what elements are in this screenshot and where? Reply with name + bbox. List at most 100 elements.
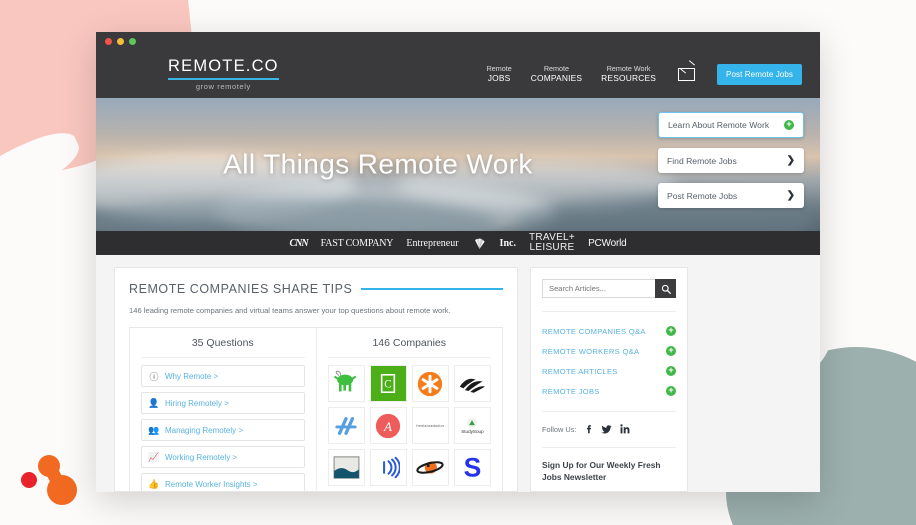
- cta-post-remote-jobs[interactable]: Post Remote Jobs ❯: [658, 183, 804, 208]
- question-remote-worker-insights[interactable]: 👍 Remote Worker Insights >: [141, 473, 305, 492]
- follow-us-label: Follow Us:: [542, 424, 577, 434]
- linkedin-icon[interactable]: [619, 424, 630, 434]
- travel-leisure-line1: TRAVEL+: [528, 231, 576, 243]
- saturn-planet-logo[interactable]: [411, 449, 449, 487]
- sidebar-item-label: REMOTE JOBS: [542, 386, 600, 396]
- page-body: REMOTE COMPANIES SHARE TIPS 146 leading …: [96, 255, 820, 492]
- search-input[interactable]: [542, 279, 655, 298]
- envelope-icon[interactable]: [678, 67, 696, 81]
- sidebar-item-label: REMOTE WORKERS Q&A: [542, 346, 640, 356]
- plus-circle-icon: +: [666, 366, 676, 376]
- cnn-logo: CNN: [289, 237, 308, 249]
- sidebar-item-remote-workers-qa[interactable]: REMOTE WORKERS Q&A +: [542, 341, 676, 361]
- sidebar-item-remote-jobs[interactable]: REMOTE JOBS +: [542, 381, 676, 401]
- svg-text:A: A: [383, 419, 392, 434]
- main-content-card: REMOTE COMPANIES SHARE TIPS 146 leading …: [114, 267, 518, 492]
- section-header: REMOTE COMPANIES SHARE TIPS: [129, 282, 503, 296]
- sidebar-item-remote-companies-qa[interactable]: REMOTE COMPANIES Q&A +: [542, 321, 676, 341]
- brand-logo[interactable]: REMOTE.CO grow remotely: [168, 57, 279, 91]
- cta-find-label: Find Remote Jobs: [667, 155, 737, 166]
- magnifier-icon: [661, 284, 671, 294]
- nav-item-resources[interactable]: Remote Work RESOURCES: [601, 64, 656, 84]
- window-close-dot[interactable]: [105, 37, 112, 45]
- info-circle-icon: ⓘ: [149, 371, 159, 382]
- plus-circle-icon: +: [666, 386, 676, 396]
- hero-cta-group: Learn About Remote Work + Find Remote Jo…: [658, 112, 804, 208]
- window-minimize-dot[interactable]: [117, 37, 124, 45]
- freelancedoctor-wordmark: freelancedoctor: [416, 423, 445, 428]
- coral-script-a-logo[interactable]: A: [369, 407, 407, 445]
- freelancedoctor-logo[interactable]: freelancedoctor: [411, 407, 449, 445]
- fast-company-logo: FAST COMPANY: [320, 237, 394, 249]
- post-remote-jobs-button[interactable]: Post Remote Jobs: [717, 63, 802, 85]
- search-button[interactable]: [655, 279, 676, 298]
- question-managing-remotely[interactable]: 👥 Managing Remotely >: [141, 419, 305, 441]
- orange-asterisk-logo[interactable]: [411, 365, 449, 403]
- blue-slashes-logo[interactable]: [327, 407, 365, 445]
- press-logo-bar: CNN FAST COMPANY Entrepreneur Inc. TRAVE…: [96, 231, 820, 255]
- sound-waves-logo[interactable]: [369, 449, 407, 487]
- black-leaves-logo[interactable]: [453, 365, 491, 403]
- nbc-peacock-icon: [474, 238, 485, 249]
- company-logo-grid: C A freelancedoctor StudySoup S: [327, 358, 491, 487]
- nav-jobs-top: Remote: [486, 64, 512, 74]
- chevron-right-icon: ❯: [786, 190, 795, 201]
- thumbs-up-icon: 👍: [148, 478, 160, 489]
- molecule-logo: [21, 455, 77, 505]
- green-c-document-logo[interactable]: C: [369, 365, 407, 403]
- nav-item-companies[interactable]: Remote COMPANIES: [531, 64, 582, 84]
- cta-post-label: Post Remote Jobs: [667, 190, 738, 201]
- browser-window: REMOTE.CO grow remotely Remote JOBS Remo…: [96, 32, 820, 492]
- user-tie-icon: 👤: [148, 397, 160, 408]
- question-why-remote[interactable]: ⓘ Why Remote >: [141, 365, 305, 387]
- title-rule: [361, 288, 503, 290]
- questions-companies-panel: 35 Questions ⓘ Why Remote > 👤 Hiring Rem…: [129, 327, 503, 492]
- cta-learn-about-remote-work[interactable]: Learn About Remote Work +: [658, 112, 804, 138]
- wave-landscape-logo[interactable]: [327, 449, 365, 487]
- nav-resources-bottom: RESOURCES: [601, 73, 657, 84]
- companies-heading: 146 Companies: [327, 337, 491, 358]
- window-maximize-dot[interactable]: [129, 37, 136, 45]
- question-label: Hiring Remotely >: [165, 398, 229, 408]
- svg-text:C: C: [384, 379, 391, 391]
- plus-circle-icon: +: [666, 326, 676, 336]
- svg-text:S: S: [464, 455, 482, 480]
- studysoup-logo[interactable]: StudySoup: [453, 407, 491, 445]
- brand-underline: [168, 78, 279, 80]
- blue-s-logo[interactable]: S: [453, 449, 491, 487]
- questions-column: 35 Questions ⓘ Why Remote > 👤 Hiring Rem…: [130, 328, 316, 492]
- follow-us-row: Follow Us:: [542, 411, 676, 435]
- brand-name: REMOTE.CO: [168, 57, 279, 75]
- page-canvas: REMOTE.CO grow remotely Remote JOBS Remo…: [0, 0, 916, 525]
- facebook-icon[interactable]: [585, 423, 593, 435]
- question-label: Remote Worker Insights >: [165, 479, 258, 489]
- site-header: REMOTE.CO grow remotely Remote JOBS Remo…: [96, 50, 820, 98]
- newsletter-heading: Sign Up for Our Weekly Fresh Jobs Newsle…: [542, 447, 676, 483]
- twitter-icon[interactable]: [600, 424, 612, 435]
- questions-list: ⓘ Why Remote > 👤 Hiring Remotely > 👥 Man…: [141, 358, 305, 492]
- cta-find-remote-jobs[interactable]: Find Remote Jobs ❯: [658, 148, 804, 173]
- sidebar-links: REMOTE COMPANIES Q&A + REMOTE WORKERS Q&…: [542, 311, 676, 401]
- travel-leisure-line2: LEISURE: [529, 242, 575, 253]
- main-navigation: Remote JOBS Remote COMPANIES Remote Work…: [487, 63, 802, 85]
- inc-logo: Inc.: [499, 237, 516, 249]
- question-hiring-remotely[interactable]: 👤 Hiring Remotely >: [141, 392, 305, 414]
- section-subtitle: 146 leading remote companies and virtual…: [129, 306, 451, 315]
- question-working-remotely[interactable]: 📈 Working Remotely >: [141, 446, 305, 468]
- nav-resources-top: Remote Work: [606, 64, 651, 74]
- travel-leisure-logo: TRAVEL+ LEISURE: [528, 231, 576, 254]
- users-group-icon: 👥: [148, 424, 160, 435]
- brand-tagline: grow remotely: [195, 82, 251, 91]
- plus-circle-icon: +: [666, 346, 676, 356]
- page-title: REMOTE COMPANIES SHARE TIPS: [129, 282, 353, 296]
- nav-item-jobs[interactable]: Remote JOBS: [487, 64, 512, 84]
- question-label: Working Remotely >: [165, 452, 238, 462]
- nav-companies-top: Remote: [543, 64, 570, 74]
- green-bull-logo[interactable]: [327, 365, 365, 403]
- sidebar-item-label: REMOTE ARTICLES: [542, 366, 618, 376]
- cta-learn-label: Learn About Remote Work: [668, 120, 770, 130]
- sidebar-item-remote-articles[interactable]: REMOTE ARTICLES +: [542, 361, 676, 381]
- search-bar: [542, 279, 676, 298]
- companies-column: 146 Companies C A freelancedoctor StudyS…: [315, 328, 503, 492]
- studysoup-wordmark: StudySoup: [461, 428, 484, 434]
